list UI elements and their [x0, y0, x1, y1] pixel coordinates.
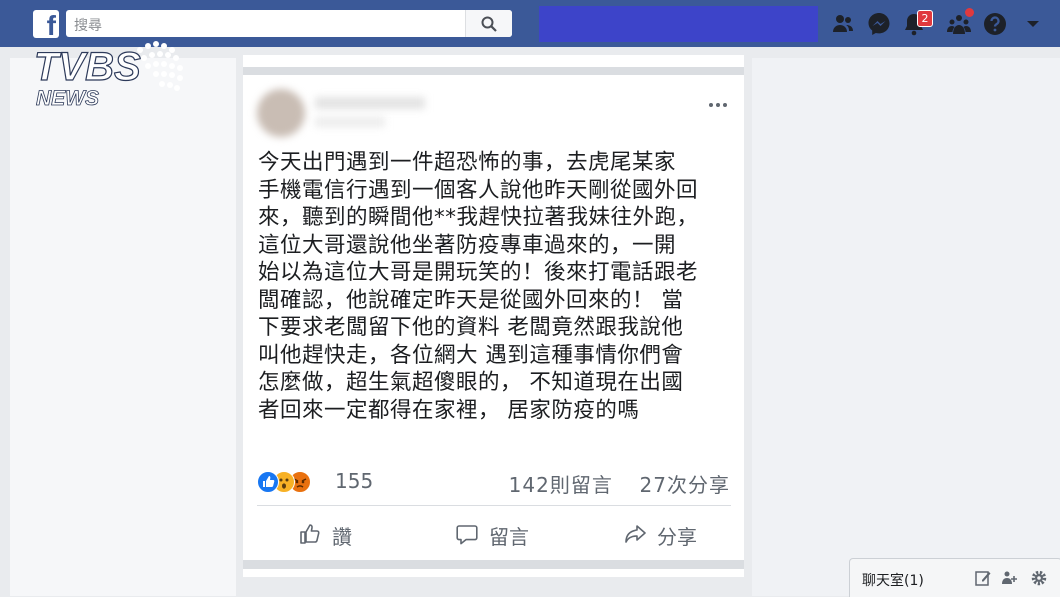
svg-text:TVBS: TVBS: [34, 45, 141, 89]
new-group-icon[interactable]: [1001, 569, 1019, 587]
thumbs-up-icon: [300, 524, 320, 544]
svg-text:NEWS: NEWS: [36, 87, 99, 110]
more-options-icon[interactable]: [709, 92, 733, 107]
dropdown-icon[interactable]: [1021, 12, 1045, 36]
messenger-icon[interactable]: [867, 12, 891, 36]
friends-icon[interactable]: [831, 12, 855, 36]
notification-badge: 2: [917, 10, 933, 27]
author-name-redacted[interactable]: [315, 97, 425, 109]
groups-alert-dot: [965, 8, 974, 17]
tvbs-news-logo: TVBS NEWS: [33, 41, 183, 110]
new-message-icon[interactable]: [974, 569, 992, 587]
search-icon: [481, 16, 497, 32]
author-avatar[interactable]: [257, 89, 305, 137]
chat-settings-gear-icon[interactable]: [1030, 569, 1048, 587]
reaction-count: 155: [335, 469, 374, 493]
card-top-border: [243, 67, 744, 75]
search-button[interactable]: [465, 10, 512, 37]
comment-icon: [456, 525, 478, 545]
comments-count[interactable]: 142則留言: [509, 473, 613, 497]
chat-label: 聊天室(1): [862, 573, 924, 589]
share-icon: [625, 525, 646, 543]
shares-count[interactable]: 27次分享: [640, 473, 730, 497]
profile-name-redacted[interactable]: [539, 6, 818, 42]
action-divider: [257, 505, 731, 506]
engagement-summary: 142則留言 27次分享: [509, 469, 730, 498]
left-sidebar: [10, 58, 236, 596]
comment-label: 留言: [489, 525, 529, 549]
card-bottom-border: [243, 560, 744, 569]
right-sidebar: [752, 58, 1060, 596]
post-card: 今天出門遇到一件超恐怖的事，去虎尾某家 手機電信行遇到一個客人說他昨天剛從國外回…: [243, 55, 744, 577]
like-label: 讚: [332, 525, 352, 549]
chat-sidebar-bar[interactable]: 聊天室(1): [849, 558, 1060, 597]
share-label: 分享: [657, 525, 697, 549]
post-body-text: 今天出門遇到一件超恐怖的事，去虎尾某家 手機電信行遇到一個客人說他昨天剛從國外回…: [258, 150, 699, 423]
post-meta-redacted: [315, 117, 385, 127]
help-icon[interactable]: [983, 12, 1007, 36]
like-icon: [257, 471, 279, 493]
